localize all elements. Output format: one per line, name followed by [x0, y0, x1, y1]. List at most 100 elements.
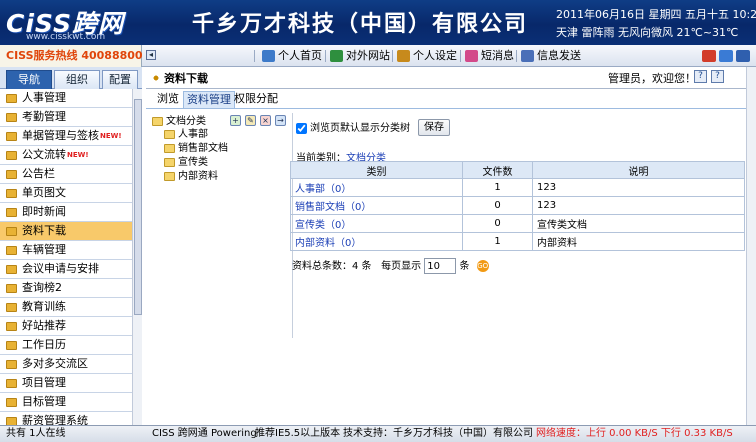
sidebar-item[interactable]: 教育训练 [0, 298, 132, 317]
tree-root[interactable]: 文档分类 [152, 115, 206, 129]
toolbar-messages[interactable]: 短消息 [463, 48, 514, 64]
sidebar-item[interactable]: 查询榜2 [0, 279, 132, 298]
tab-navigation[interactable]: 导航 [6, 70, 52, 89]
per-page-input[interactable] [424, 258, 457, 274]
main-scrollbar[interactable] [746, 67, 756, 425]
sidebar-item-label: 薪资管理系统 [22, 414, 88, 425]
send-icon [521, 50, 534, 62]
toolbar-website-label: 对外网站 [346, 49, 390, 62]
description-cell: 123 [532, 196, 745, 215]
go-button[interactable]: GO [476, 260, 489, 272]
tree-node-label: 销售部文档 [178, 143, 228, 154]
tree-node[interactable]: 人事部 [164, 128, 208, 142]
category-cell: 内部资料（0） [290, 232, 463, 251]
swap-icon[interactable] [719, 50, 733, 62]
sidebar-item[interactable]: 工作日历 [0, 336, 132, 355]
sidebar-scrollbar[interactable] [132, 89, 142, 425]
toolbar-website[interactable]: 对外网站 [328, 48, 390, 64]
tab-config[interactable]: 配置 [102, 70, 138, 89]
service-hotline: CISS服务热线 4008880038 [0, 45, 158, 67]
toolbar-divider [254, 50, 255, 62]
category-link[interactable]: 人事部（0） [295, 184, 351, 195]
help-info-icon[interactable]: ? [711, 70, 724, 83]
globe-icon [330, 50, 343, 62]
show-tree-checkbox[interactable] [296, 122, 307, 134]
table-row: 人事部（0） 1 123 [290, 178, 745, 197]
sidebar-item[interactable]: 车辆管理 [0, 241, 132, 260]
header-date: 2011年06月16日 星期四 五月十五 10:21:00 [556, 8, 756, 21]
folder-icon [164, 158, 175, 167]
sidebar-item[interactable]: 多对多交流区 [0, 355, 132, 374]
sidebar-item[interactable]: 好站推荐 [0, 317, 132, 336]
sidebar-item[interactable]: 资料下载 [0, 222, 132, 241]
sub-tabs: 浏览 资料管理 权限分配 [146, 89, 746, 109]
tab-organization[interactable]: 组织 [54, 70, 100, 89]
close-window-icon[interactable] [736, 50, 750, 62]
folder-icon [164, 144, 175, 153]
help-icon[interactable]: ? [694, 70, 707, 83]
collapse-icon[interactable]: ◂ [146, 50, 156, 60]
sidebar-item[interactable]: 考勤管理 [0, 108, 132, 127]
tree-node[interactable]: 宣传类 [164, 156, 208, 170]
category-table: 类别 文件数 说明 人事部（0） 1 123 销售部文档（0） 0 123 宣传类（0） 0 宣… [290, 161, 745, 251]
sidebar-item[interactable]: 项目管理 [0, 374, 132, 393]
sidebar-item[interactable]: 人事管理 [0, 89, 132, 108]
description-cell: 123 [532, 178, 745, 197]
sidebar-item[interactable]: 公告栏 [0, 165, 132, 184]
sidebar: 导航 组织 配置 人事管理 考勤管理 单据管理与签核NEW! 公文流转NEW! 公告栏单… [0, 67, 142, 425]
sidebar-item[interactable]: 单页图文 [0, 184, 132, 203]
total-count: 资料总条数：4 条 [292, 261, 372, 272]
toolbar-settings[interactable]: 个人设定 [395, 48, 457, 64]
toolbar-home[interactable]: 个人首页 [260, 48, 322, 64]
tree-node[interactable]: 内部资料 [164, 170, 218, 184]
folder-icon [6, 227, 17, 236]
folder-icon [6, 170, 17, 179]
sidebar-item-label: 公告栏 [22, 167, 55, 180]
category-cell: 销售部文档（0） [290, 196, 463, 215]
folder-icon [6, 284, 17, 293]
description-cell: 内部资料 [532, 232, 745, 251]
top-toolbar: ◂ 个人首页 对外网站 个人设定 短消息 信息发送 [142, 45, 756, 67]
file-count-cell: 0 [462, 196, 533, 215]
network-speed: 网络速度：上行 0.00 KB/S 下行 0.33 KB/S [536, 428, 733, 439]
tree-node[interactable]: 销售部文档 [164, 142, 228, 156]
sidebar-tabs: 导航 组织 配置 [0, 67, 142, 89]
category-cell: 人事部（0） [290, 178, 463, 197]
folder-icon [6, 379, 17, 388]
sidebar-item[interactable]: 薪资管理系统 [0, 412, 132, 425]
company-title: 千乡万才科技（中国）有限公司 [191, 11, 528, 37]
browser-recommendation: 推荐IE5.5以上版本 [255, 428, 341, 439]
col-header-description: 说明 [532, 161, 745, 179]
category-link[interactable]: 内部资料（0） [295, 238, 361, 249]
sidebar-item[interactable]: 目标管理 [0, 393, 132, 412]
sidebar-item-label: 好站推荐 [22, 319, 66, 332]
category-link[interactable]: 宣传类（0） [295, 220, 351, 231]
save-button[interactable]: 保存 [418, 119, 450, 136]
sidebar-item-label: 即时新闻 [22, 205, 66, 218]
sidebar-item[interactable]: 会议申请与安排 [0, 260, 132, 279]
file-count-cell: 1 [462, 232, 533, 251]
add-folder-icon[interactable]: + [230, 115, 241, 126]
online-count: 共有 1人在线 [6, 428, 66, 439]
toolbar-right-icons [699, 50, 750, 63]
tree-node-label: 内部资料 [178, 171, 218, 182]
edit-folder-icon[interactable]: ✎ [245, 115, 256, 126]
new-badge: NEW! [100, 132, 122, 140]
sidebar-item[interactable]: 即时新闻 [0, 203, 132, 222]
file-count-cell: 0 [462, 214, 533, 233]
toolbar-divider [325, 50, 326, 62]
tab-browse[interactable]: 浏览 [154, 91, 182, 108]
refresh-icon[interactable] [702, 50, 716, 62]
sidebar-item-label: 资料下载 [22, 224, 66, 237]
toolbar-send[interactable]: 信息发送 [519, 48, 581, 64]
sidebar-item[interactable]: 公文流转NEW! [0, 146, 132, 165]
folder-icon [6, 303, 17, 312]
delete-folder-icon[interactable]: × [260, 115, 271, 126]
tab-permissions[interactable]: 权限分配 [231, 91, 281, 108]
tab-manage[interactable]: 资料管理 [183, 91, 235, 108]
move-folder-icon[interactable]: → [275, 115, 286, 126]
category-link[interactable]: 销售部文档（0） [295, 202, 371, 213]
logo-url: www.cisskwt.com [26, 32, 106, 42]
sidebar-item[interactable]: 单据管理与签核NEW! [0, 127, 132, 146]
scrollbar-thumb[interactable] [134, 99, 142, 315]
